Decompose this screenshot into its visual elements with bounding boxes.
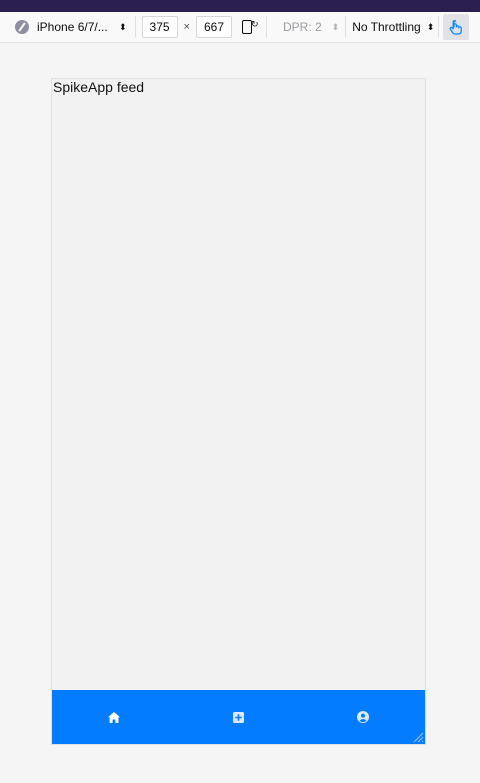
home-icon	[108, 711, 121, 723]
device-viewport: SpikeApp feed	[51, 78, 426, 745]
height-input[interactable]: 667	[195, 16, 232, 38]
plus-square-icon	[232, 711, 244, 723]
dpr-selector[interactable]: DPR: 2 ⬍	[267, 12, 345, 42]
no-entry-icon	[15, 20, 29, 34]
updown-arrows-icon: ⬍	[331, 21, 340, 32]
touch-simulation-button[interactable]	[443, 14, 470, 40]
nav-profile[interactable]	[333, 690, 393, 744]
feed-title: SpikeApp feed	[53, 79, 145, 95]
device-name: iPhone 6/7/...	[37, 20, 108, 34]
rotate-device-icon	[241, 19, 259, 34]
bottom-navigation	[52, 690, 425, 744]
device-selector[interactable]: iPhone 6/7/... ⬍	[0, 12, 135, 42]
width-input[interactable]: 375	[141, 16, 178, 38]
dpr-label: DPR: 2	[282, 20, 322, 34]
resize-handle-icon[interactable]	[412, 731, 424, 743]
updown-arrows-icon: ⬍	[119, 21, 127, 32]
window-top-bar	[0, 0, 480, 12]
nav-add[interactable]	[208, 690, 268, 744]
throttle-selector[interactable]: No Throttling ⬍	[346, 12, 438, 42]
divider	[438, 16, 440, 38]
nav-home[interactable]	[84, 690, 144, 744]
rotate-button[interactable]	[232, 12, 266, 42]
updown-arrows-icon: ⬍	[426, 21, 435, 32]
throttle-label: No Throttling	[352, 20, 421, 34]
user-circle-icon	[356, 711, 369, 723]
hand-pointer-icon	[449, 20, 463, 35]
times-sign: ×	[183, 21, 190, 33]
responsive-toolbar: iPhone 6/7/... ⬍ 375 × 667 DPR: 2 ⬍ No T…	[0, 12, 480, 43]
